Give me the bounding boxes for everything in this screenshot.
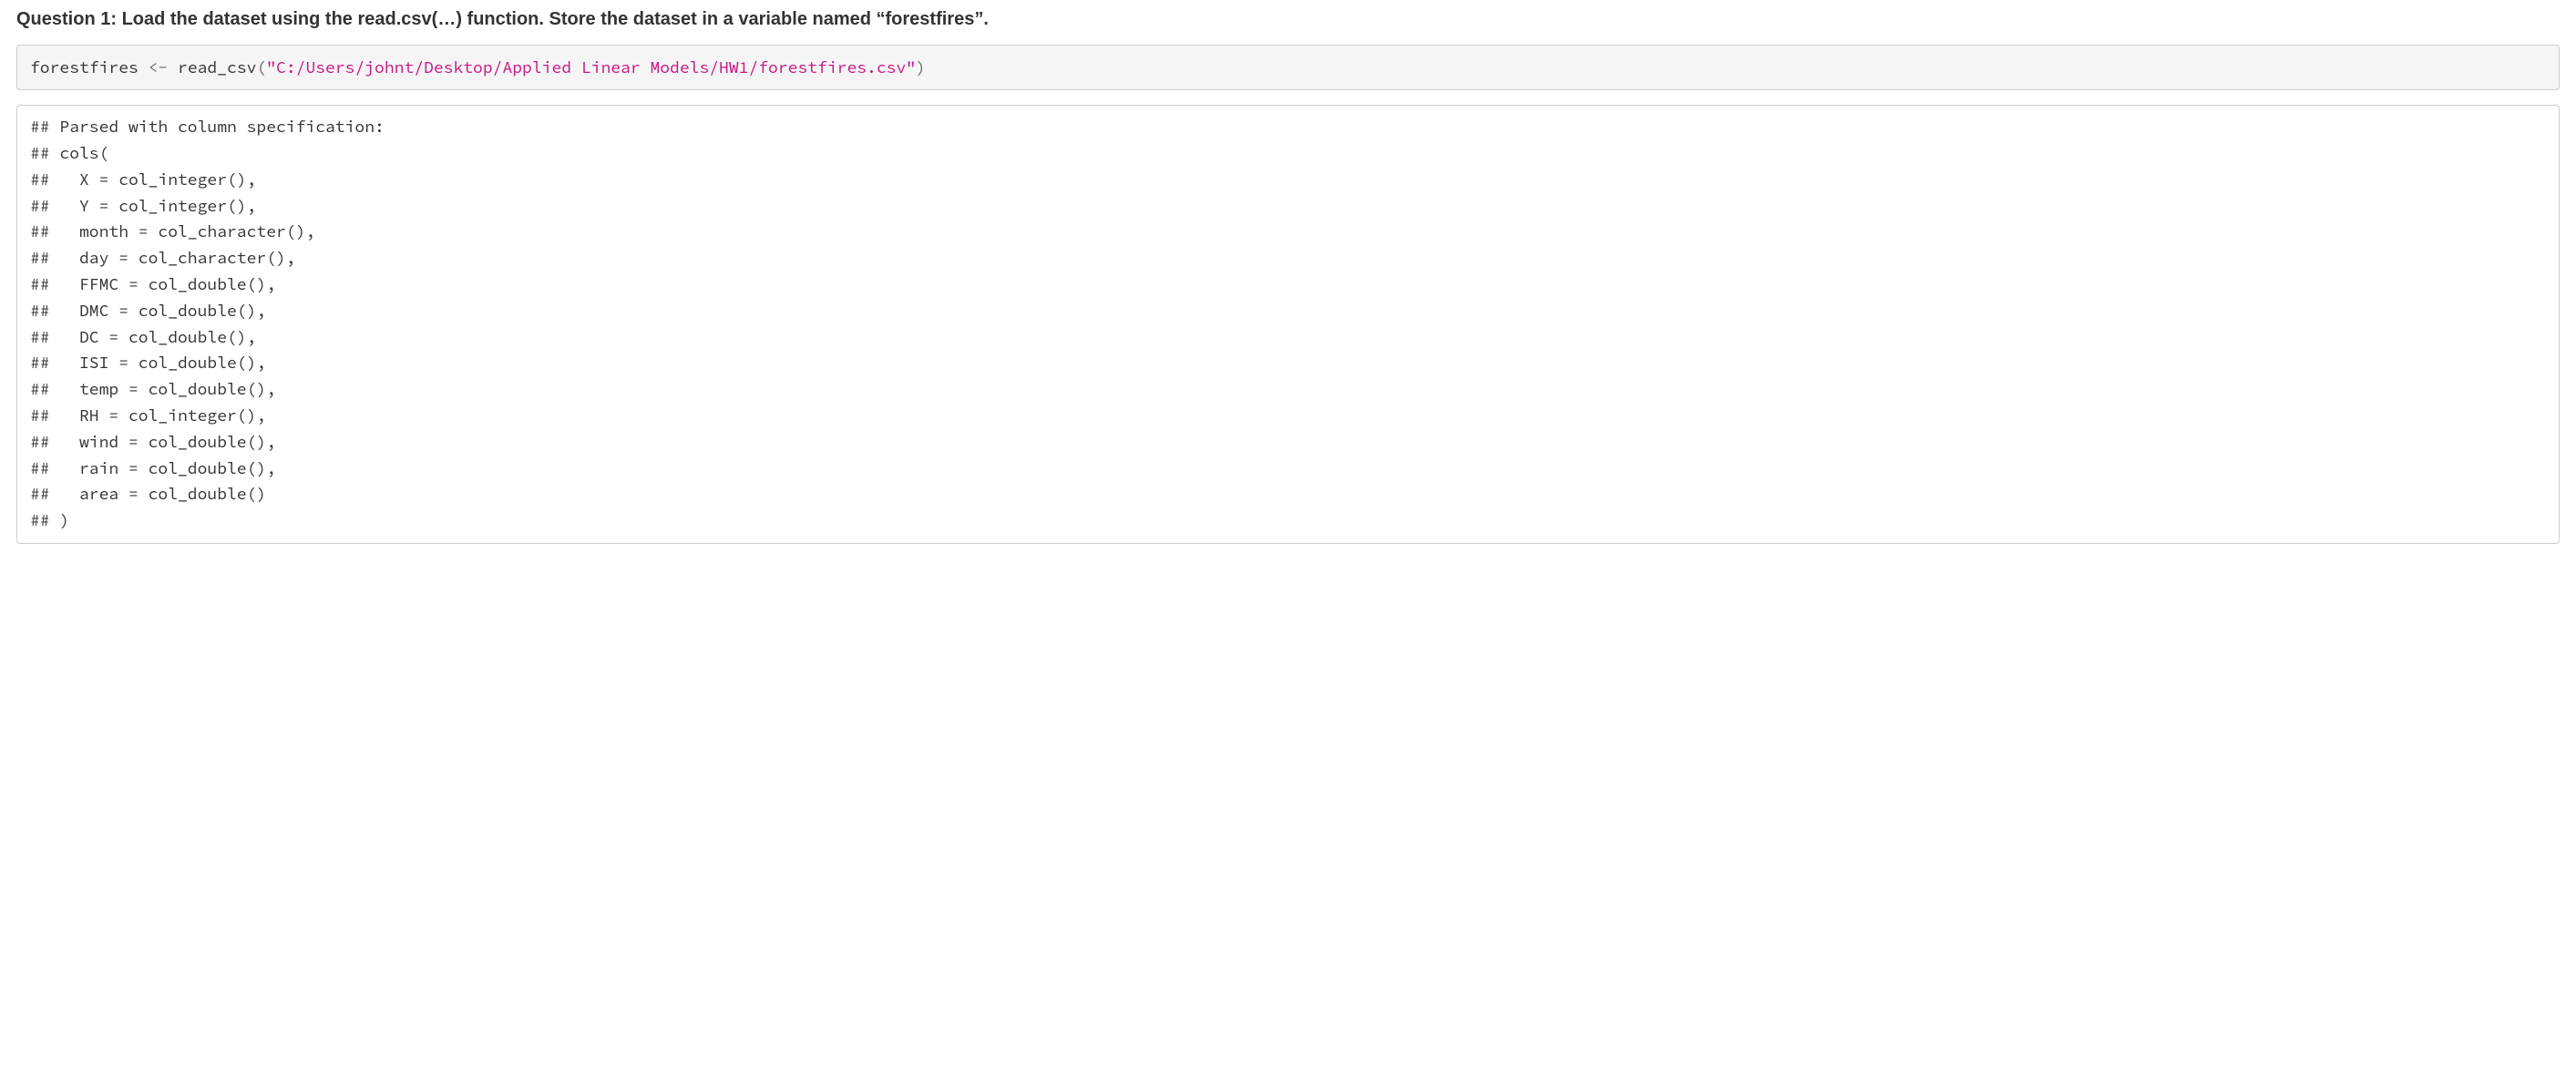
code-token-func: read_csv: [178, 56, 256, 77]
code-token-lparen: (: [256, 56, 266, 77]
code-input: forestfires <- read_csv("C:/Users/johnt/…: [30, 56, 926, 77]
code-token-space: [168, 56, 178, 77]
code-token-string: "C:/Users/johnt/Desktop/Applied Linear M…: [266, 56, 916, 77]
code-input-block: forestfires <- read_csv("C:/Users/johnt/…: [16, 45, 2560, 90]
code-token-rparen: ): [916, 56, 926, 77]
code-token-assign: <-: [149, 56, 169, 77]
document-page: Question 1: Load the dataset using the r…: [0, 0, 2576, 575]
question-heading: Question 1: Load the dataset using the r…: [16, 7, 2560, 32]
code-token-var: forestfires: [30, 56, 149, 77]
code-output-block: ## Parsed with column specification: ## …: [16, 105, 2560, 544]
code-output: ## Parsed with column specification: ## …: [30, 116, 385, 530]
